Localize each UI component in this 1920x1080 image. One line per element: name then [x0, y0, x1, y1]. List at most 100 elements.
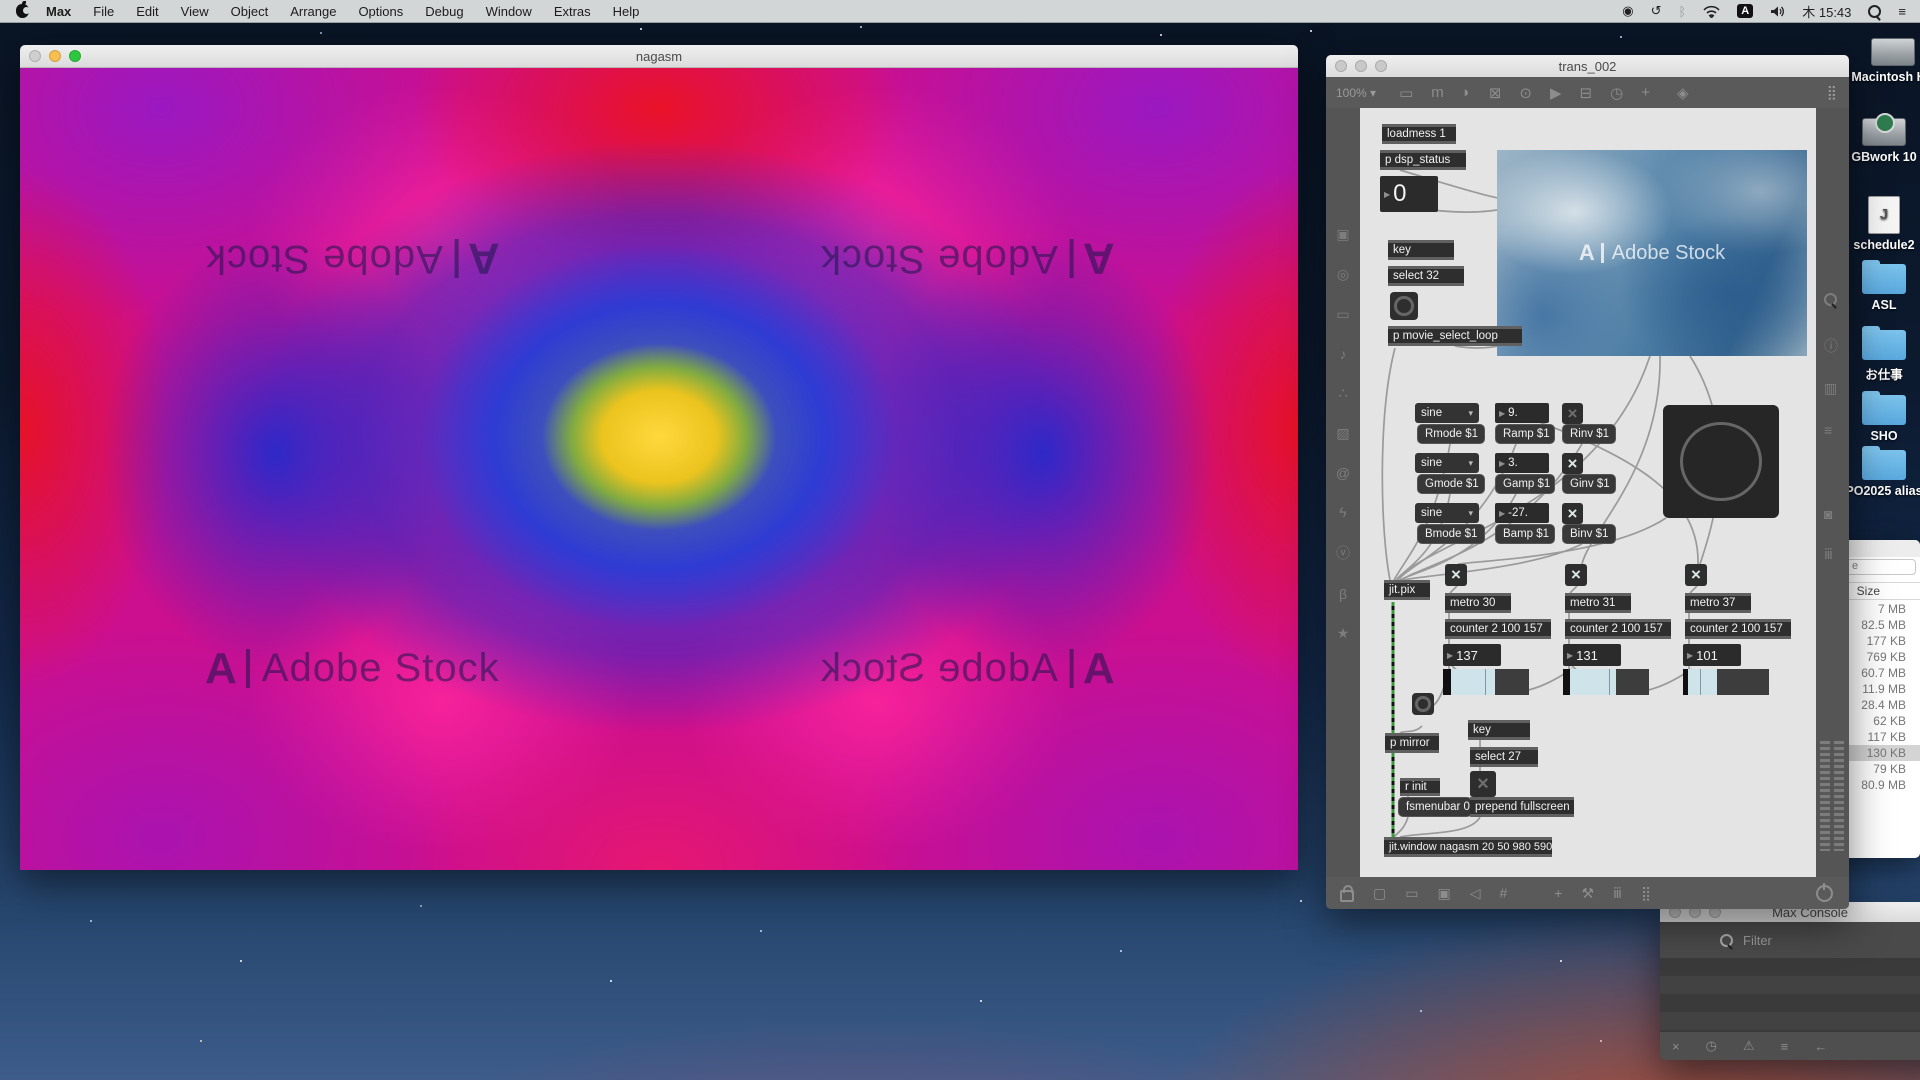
favorites-icon[interactable]: ★ [1337, 625, 1350, 642]
toggle-r-inv[interactable]: × [1562, 403, 1583, 424]
spotlight-icon[interactable] [1868, 5, 1881, 18]
umenu-r-mode[interactable]: sine▾ [1415, 403, 1479, 423]
attachment-icon[interactable]: @ [1336, 465, 1350, 481]
grid-icon[interactable]: # [1499, 885, 1507, 901]
new-number-icon[interactable]: ⊟ [1580, 84, 1593, 102]
message-fsmenubar[interactable]: fsmenubar 0 [1398, 797, 1472, 817]
message-bamp[interactable]: Bamp $1 [1495, 524, 1555, 544]
number-box-g-amp[interactable]: ▶3. [1495, 453, 1549, 473]
vizzie-icon[interactable]: ⓥ [1336, 543, 1350, 563]
presentation-icon[interactable]: ▭ [1405, 885, 1418, 902]
menu-debug[interactable]: Debug [414, 4, 474, 19]
bang-button[interactable] [1412, 693, 1434, 715]
number-box-counter-2[interactable]: ▶131 [1563, 644, 1621, 666]
finder-search-field[interactable]: e [1846, 559, 1916, 575]
audio-power-icon[interactable] [1816, 885, 1833, 902]
new-playbar-icon[interactable]: ▶ [1550, 84, 1562, 102]
menu-object[interactable]: Object [220, 4, 280, 19]
menu-arrange[interactable]: Arrange [279, 4, 347, 19]
menu-view[interactable]: View [170, 4, 220, 19]
keyboard-icon[interactable]: ⣿ [1641, 885, 1651, 902]
tools-icon[interactable]: ⚒ [1581, 885, 1594, 902]
message-rmode[interactable]: Rmode $1 [1417, 424, 1485, 444]
max-console-window[interactable]: Max Console + × ◷ ⚠ ≡ ← [1660, 902, 1920, 1060]
object-counter-3[interactable]: counter 2 100 157 [1685, 619, 1791, 639]
object-p-mirror[interactable]: p mirror [1385, 733, 1439, 753]
nagasm-titlebar[interactable]: nagasm [20, 45, 1298, 68]
wifi-icon[interactable] [1703, 5, 1720, 18]
object-metro-30[interactable]: metro 30 [1445, 593, 1511, 613]
apple-menu-icon[interactable] [16, 4, 29, 18]
toggle-fullscreen[interactable]: × [1470, 771, 1496, 797]
object-jit-window[interactable]: jit.window nagasm 20 50 980 590 [1384, 837, 1552, 857]
new-object-icon[interactable]: ▭ [1399, 84, 1413, 102]
number-box-counter-1[interactable]: ▶137 [1443, 644, 1501, 666]
time-machine-icon[interactable]: ↺ [1651, 3, 1662, 19]
zoom-to-fit-icon[interactable]: ▢ [1373, 885, 1386, 902]
desktop-icon-macintosh-hd[interactable]: Macintosh HD [1838, 38, 1920, 84]
new-button-icon[interactable]: ⊙ [1519, 84, 1532, 102]
patcher-canvas[interactable]: A Adobe Stock loadmess 1 p dsp_status ▶ … [1360, 108, 1816, 877]
toggle-b-inv[interactable]: × [1562, 503, 1583, 524]
info-icon[interactable]: ⓘ [1824, 336, 1838, 356]
menu-edit[interactable]: Edit [125, 4, 169, 19]
object-palette-icon[interactable]: ⣿ [1827, 84, 1835, 101]
screen-record-icon[interactable]: ◉ [1622, 3, 1633, 19]
menu-window[interactable]: Window [475, 4, 543, 19]
new-dial-icon[interactable]: ◷ [1610, 84, 1623, 102]
message-binv[interactable]: Binv $1 [1562, 524, 1616, 544]
notification-center-icon[interactable]: ≡ [1898, 4, 1906, 19]
message-ramp[interactable]: Ramp $1 [1495, 424, 1555, 444]
object-movie-select-loop[interactable]: p movie_select_loop [1388, 326, 1522, 346]
inspector-icon[interactable]: ▥ [1824, 380, 1837, 397]
image-icon[interactable]: ▨ [1336, 425, 1349, 442]
message-gmode[interactable]: Gmode $1 [1417, 474, 1485, 494]
object-counter-1[interactable]: counter 2 100 157 [1445, 619, 1551, 639]
package-icon[interactable]: ▣ [1336, 226, 1349, 243]
toggle-metro-1[interactable]: × [1445, 564, 1467, 586]
patcher-window[interactable]: trans_002 100% ▾ ▭ m ◗ ⊠ ⊙ ▶ ⊟ ◷ + ◈ ⣿ ▣… [1326, 55, 1849, 909]
message-bmode[interactable]: Bmode $1 [1417, 524, 1485, 544]
object-prepend-fullscreen[interactable]: prepend fullscreen [1470, 797, 1574, 817]
range-slider-1[interactable] [1443, 669, 1529, 695]
menu-options[interactable]: Options [347, 4, 414, 19]
object-jit-pix[interactable]: jit.pix [1384, 580, 1430, 600]
clock[interactable]: 木 15:43 [1802, 2, 1851, 21]
new-toggle-icon[interactable]: ⊠ [1489, 84, 1502, 102]
object-r-init[interactable]: r init [1400, 778, 1440, 796]
add-more-icon[interactable]: + [1641, 84, 1650, 101]
menu-app[interactable]: Max [35, 4, 82, 19]
rows-icon[interactable]: ≡ [1781, 1039, 1789, 1054]
connect-icon[interactable]: + [1554, 885, 1562, 901]
object-loadmess[interactable]: loadmess 1 [1382, 124, 1456, 144]
timestamp-icon[interactable]: ◷ [1706, 1038, 1717, 1054]
nagasm-window[interactable]: nagasm A Adobe Stock A Adobe Stock A Ado… [20, 45, 1298, 869]
lock-icon[interactable] [1340, 890, 1354, 902]
movie-preview[interactable]: A Adobe Stock [1497, 150, 1807, 356]
object-select-32[interactable]: select 32 [1388, 266, 1464, 286]
mixer-icon[interactable]: ⅲ [1613, 885, 1622, 902]
midi-icon[interactable]: ♪ [1340, 346, 1347, 362]
number-box-r-amp[interactable]: ▶9. [1495, 403, 1549, 423]
zoom-level-dropdown[interactable]: 100% ▾ [1336, 86, 1376, 100]
list-icon[interactable]: ≡ [1824, 422, 1832, 438]
number-box-dsp[interactable]: ▶ 0 [1380, 176, 1438, 212]
window-icon[interactable]: ▭ [1336, 306, 1349, 323]
umenu-b-mode[interactable]: sine▾ [1415, 503, 1479, 523]
volume-icon[interactable] [1770, 5, 1785, 18]
paint-bucket-icon[interactable]: ◈ [1677, 84, 1689, 102]
sliders-icon[interactable]: ⅲ [1824, 546, 1833, 563]
number-box-b-amp[interactable]: ▶-27. [1495, 503, 1549, 523]
audio-mute-icon[interactable]: ◁ [1470, 885, 1481, 902]
new-comment-icon[interactable]: ◗ [1462, 84, 1471, 101]
menu-file[interactable]: File [82, 4, 125, 19]
audio-icon[interactable]: ◎ [1337, 266, 1349, 283]
message-ginv[interactable]: Ginv $1 [1562, 474, 1616, 494]
object-metro-31[interactable]: metro 31 [1565, 593, 1631, 613]
range-slider-3[interactable] [1683, 669, 1769, 695]
toggle-metro-2[interactable]: × [1565, 564, 1587, 586]
menu-extras[interactable]: Extras [543, 4, 602, 19]
toggle-g-inv[interactable]: × [1562, 453, 1583, 474]
errors-filter-icon[interactable]: ⚠ [1743, 1038, 1755, 1054]
windows-icon[interactable]: ▣ [1437, 885, 1450, 902]
